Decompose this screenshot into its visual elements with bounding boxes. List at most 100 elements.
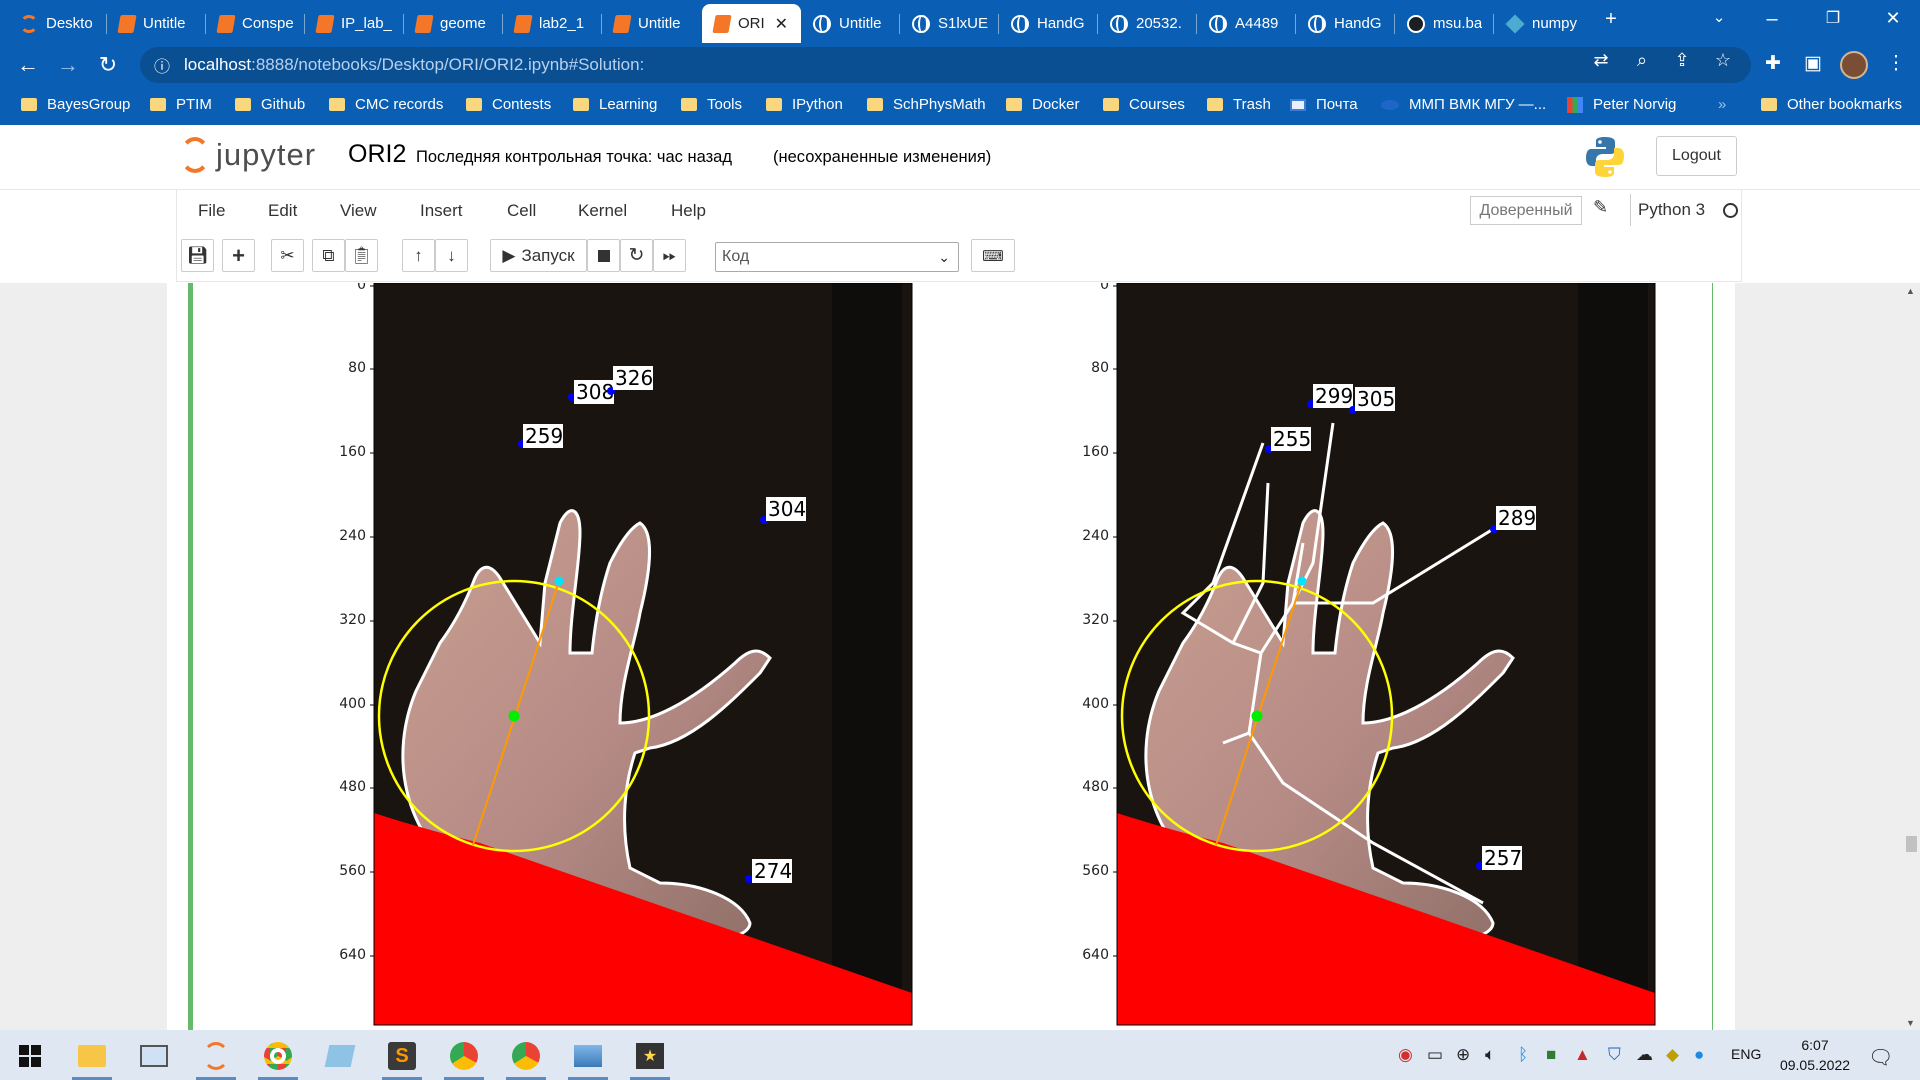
- notifications-icon[interactable]: 🗨︎: [1868, 1045, 1893, 1070]
- bookmark-contests[interactable]: Contests: [466, 96, 551, 113]
- menu-icon[interactable]: ⋮: [1883, 52, 1909, 75]
- bookmark-ptim[interactable]: PTIM: [150, 96, 212, 113]
- copy-button[interactable]: ⧉: [312, 239, 345, 272]
- scrollbar-thumb[interactable]: [1906, 836, 1917, 852]
- tab[interactable]: msu.ba: [1395, 4, 1494, 43]
- side-panel-icon[interactable]: ▣: [1800, 52, 1826, 75]
- taskbar-chrome-profile[interactable]: [500, 1036, 552, 1080]
- tray-app-icon[interactable]: ◉: [1398, 1045, 1413, 1065]
- zoom-icon[interactable]: ⌕: [1630, 50, 1654, 71]
- pencil-icon[interactable]: ✎: [1593, 197, 1608, 218]
- restart-run-all-button[interactable]: ⏩︎: [653, 239, 686, 272]
- kernel-name[interactable]: Python 3: [1638, 200, 1705, 220]
- reload-icon[interactable]: ↻: [94, 51, 122, 79]
- extensions-icon[interactable]: ✚: [1760, 52, 1786, 75]
- battery-icon[interactable]: ▭: [1427, 1045, 1443, 1065]
- menu-cell[interactable]: Cell: [507, 201, 536, 221]
- share-icon[interactable]: ⇪: [1670, 50, 1694, 71]
- profile-avatar[interactable]: [1840, 51, 1868, 79]
- jupyter-logo[interactable]: jupyter: [180, 137, 316, 173]
- menu-file[interactable]: File: [198, 201, 225, 221]
- tab-active[interactable]: ORI ✕: [702, 4, 801, 43]
- notebook-name[interactable]: ORI2: [348, 140, 406, 169]
- move-up-button[interactable]: ↑: [402, 239, 435, 272]
- tab[interactable]: lab2_1: [503, 4, 602, 43]
- language-indicator[interactable]: ENG: [1731, 1046, 1761, 1062]
- bookmark-trash[interactable]: Trash: [1207, 96, 1271, 113]
- clock[interactable]: 6:07 09.05.2022: [1775, 1035, 1855, 1075]
- scroll-down-icon[interactable]: ▼: [1906, 1018, 1915, 1028]
- taskbar-jupyter[interactable]: [190, 1036, 242, 1080]
- tab-search-icon[interactable]: ⌄: [1704, 8, 1734, 26]
- taskbar-chrome[interactable]: [252, 1036, 304, 1080]
- tab[interactable]: numpy: [1494, 4, 1593, 43]
- bookmark-github[interactable]: Github: [235, 96, 305, 113]
- insert-cell-button[interactable]: +: [222, 239, 255, 272]
- shield-icon[interactable]: ⛉: [1608, 1045, 1621, 1065]
- tab[interactable]: Untitle: [107, 4, 206, 43]
- scroll-up-icon[interactable]: ▲: [1906, 286, 1915, 296]
- forward-icon[interactable]: →: [54, 51, 82, 79]
- tab[interactable]: Deskto: [8, 4, 107, 43]
- tab[interactable]: S1lxUE: [900, 4, 999, 43]
- bookmark-ipython[interactable]: IPython: [766, 96, 843, 113]
- bookmark-courses[interactable]: Courses: [1103, 96, 1185, 113]
- menu-kernel[interactable]: Kernel: [578, 201, 627, 221]
- address-bar[interactable]: ⓘ localhost:8888/notebooks/Desktop/ORI/O…: [140, 47, 1751, 83]
- bluetooth-icon[interactable]: ᛒ: [1518, 1045, 1528, 1065]
- tab[interactable]: geome: [404, 4, 503, 43]
- bookmark-star-icon[interactable]: ☆: [1711, 50, 1735, 71]
- cut-button[interactable]: ✂: [271, 239, 304, 272]
- tab[interactable]: Untitle: [602, 4, 701, 43]
- tab[interactable]: HandG: [999, 4, 1098, 43]
- command-palette-button[interactable]: ⌨: [971, 239, 1015, 272]
- minimize-icon[interactable]: –: [1757, 8, 1787, 31]
- tab[interactable]: IP_lab_: [305, 4, 404, 43]
- bookmark-mmp[interactable]: ММП ВМК МГУ —...: [1381, 96, 1546, 113]
- cell-type-select[interactable]: Код ⌄: [715, 242, 959, 272]
- taskbar-sublime[interactable]: S: [376, 1036, 428, 1080]
- tray-app-icon[interactable]: ▲: [1574, 1045, 1591, 1065]
- translate-icon[interactable]: ⇄: [1589, 50, 1613, 71]
- windows-start-button[interactable]: [4, 1036, 56, 1076]
- telegram-icon[interactable]: ●: [1694, 1045, 1704, 1065]
- bookmark-learning[interactable]: Learning: [573, 96, 657, 113]
- new-tab-icon[interactable]: +: [1596, 8, 1626, 31]
- bookmark-pochta[interactable]: Почта: [1290, 96, 1358, 113]
- volume-icon[interactable]: 🔈︎: [1485, 1045, 1495, 1065]
- close-window-icon[interactable]: ✕: [1878, 8, 1908, 29]
- bookmark-schphysmath[interactable]: SchPhysMath: [867, 96, 986, 113]
- bookmark-cmc-records[interactable]: CMC records: [329, 96, 443, 113]
- tab[interactable]: A4489: [1197, 4, 1296, 43]
- taskbar-photos[interactable]: [562, 1036, 614, 1080]
- taskbar-app[interactable]: [128, 1036, 180, 1076]
- other-bookmarks[interactable]: Other bookmarks: [1761, 96, 1902, 113]
- run-button[interactable]: ▶ Запуск: [490, 239, 587, 272]
- trusted-indicator[interactable]: Доверенный: [1470, 196, 1582, 225]
- info-icon[interactable]: ⓘ: [154, 53, 170, 77]
- menu-view[interactable]: View: [340, 201, 377, 221]
- interrupt-button[interactable]: [587, 239, 620, 272]
- tab[interactable]: HandG: [1296, 4, 1395, 43]
- menu-insert[interactable]: Insert: [420, 201, 463, 221]
- network-icon[interactable]: ⊕: [1456, 1045, 1470, 1065]
- bookmark-bayesgroup[interactable]: BayesGroup: [21, 96, 130, 113]
- taskbar-chrome-profile[interactable]: [438, 1036, 490, 1080]
- cloud-icon[interactable]: ☁: [1636, 1045, 1653, 1065]
- bookmark-docker[interactable]: Docker: [1006, 96, 1080, 113]
- tab[interactable]: Untitle: [801, 4, 900, 43]
- more-bookmarks-icon[interactable]: »: [1718, 96, 1726, 113]
- menu-help[interactable]: Help: [671, 201, 706, 221]
- close-icon[interactable]: ✕: [775, 14, 788, 34]
- taskbar-explorer[interactable]: [66, 1036, 118, 1080]
- taskbar-movie[interactable]: ★: [624, 1036, 676, 1080]
- restore-icon[interactable]: ❐: [1818, 8, 1848, 28]
- taskbar-app[interactable]: [314, 1036, 366, 1076]
- bookmark-peter-norvig[interactable]: Peter Norvig: [1567, 96, 1676, 113]
- tab[interactable]: Conspe: [206, 4, 305, 43]
- tab[interactable]: 20532.: [1098, 4, 1197, 43]
- tray-app-icon[interactable]: ◆: [1666, 1045, 1679, 1065]
- nvidia-icon[interactable]: ■: [1546, 1045, 1556, 1065]
- paste-button[interactable]: 📋︎: [345, 239, 378, 272]
- move-down-button[interactable]: ↓: [435, 239, 468, 272]
